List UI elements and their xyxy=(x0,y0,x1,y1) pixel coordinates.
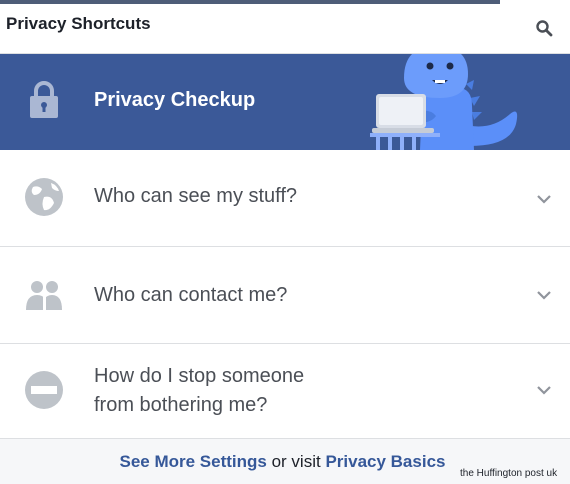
chevron-down-icon xyxy=(537,386,551,395)
privacy-shortcuts-panel: Privacy Shortcuts Privacy Checkup Who ca… xyxy=(0,0,570,484)
people-icon xyxy=(26,281,62,310)
lock-icon xyxy=(30,81,58,118)
privacy-checkup-button[interactable]: Privacy Checkup xyxy=(0,54,570,150)
item-label: Who can contact me? xyxy=(94,284,288,306)
chevron-down-icon xyxy=(537,195,551,204)
list-item-see-my-stuff[interactable]: Who can see my stuff? xyxy=(0,150,570,247)
item-label: Who can see my stuff? xyxy=(94,185,298,207)
list-item-stop-someone[interactable]: How do I stop someone from bothering me? xyxy=(0,344,570,439)
list-item-contact-me[interactable]: Who can contact me? xyxy=(0,247,570,344)
page-title: Privacy Shortcuts xyxy=(6,14,151,33)
header: Privacy Shortcuts xyxy=(0,4,570,54)
watermark: the Huffington post uk xyxy=(460,468,558,479)
item-label-line2: from bothering me? xyxy=(94,394,268,416)
globe-icon xyxy=(25,178,63,216)
dinosaur-illustration xyxy=(370,54,518,150)
footer-middle-text: or visit xyxy=(266,452,326,471)
block-icon xyxy=(25,371,63,409)
chevron-down-icon xyxy=(537,291,551,300)
search-icon[interactable] xyxy=(535,19,553,37)
privacy-basics-link[interactable]: Privacy Basics xyxy=(325,452,445,471)
see-more-settings-link[interactable]: See More Settings xyxy=(120,452,267,471)
privacy-checkup-label: Privacy Checkup xyxy=(94,89,256,111)
item-label-line1: How do I stop someone xyxy=(94,365,305,387)
